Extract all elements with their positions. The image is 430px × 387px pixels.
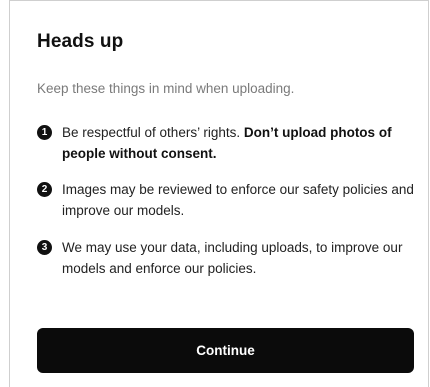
notice-item-3: 3 We may use your data, including upload… bbox=[37, 237, 417, 279]
notice-item-1: 1 Be respectful of others’ rights. Don’t… bbox=[37, 122, 417, 164]
number-1-icon: 1 bbox=[37, 125, 52, 140]
notice-item-2: 2 Images may be reviewed to enforce our … bbox=[37, 179, 417, 221]
continue-button[interactable]: Continue bbox=[37, 328, 414, 373]
dialog-title: Heads up bbox=[37, 31, 124, 52]
notice-item-text: We may use your data, including uploads,… bbox=[62, 240, 403, 276]
number-2-icon: 2 bbox=[37, 182, 52, 197]
number-3-icon: 3 bbox=[37, 240, 52, 255]
upload-notice-dialog: Heads up Keep these things in mind when … bbox=[9, 0, 429, 387]
notice-item-plain-text: Be respectful of others’ rights. bbox=[62, 125, 244, 140]
notice-item-text: Be respectful of others’ rights. Don’t u… bbox=[62, 122, 417, 164]
notice-item-text: Images may be reviewed to enforce our sa… bbox=[62, 182, 414, 218]
dialog-subtitle: Keep these things in mind when uploading… bbox=[37, 81, 295, 96]
